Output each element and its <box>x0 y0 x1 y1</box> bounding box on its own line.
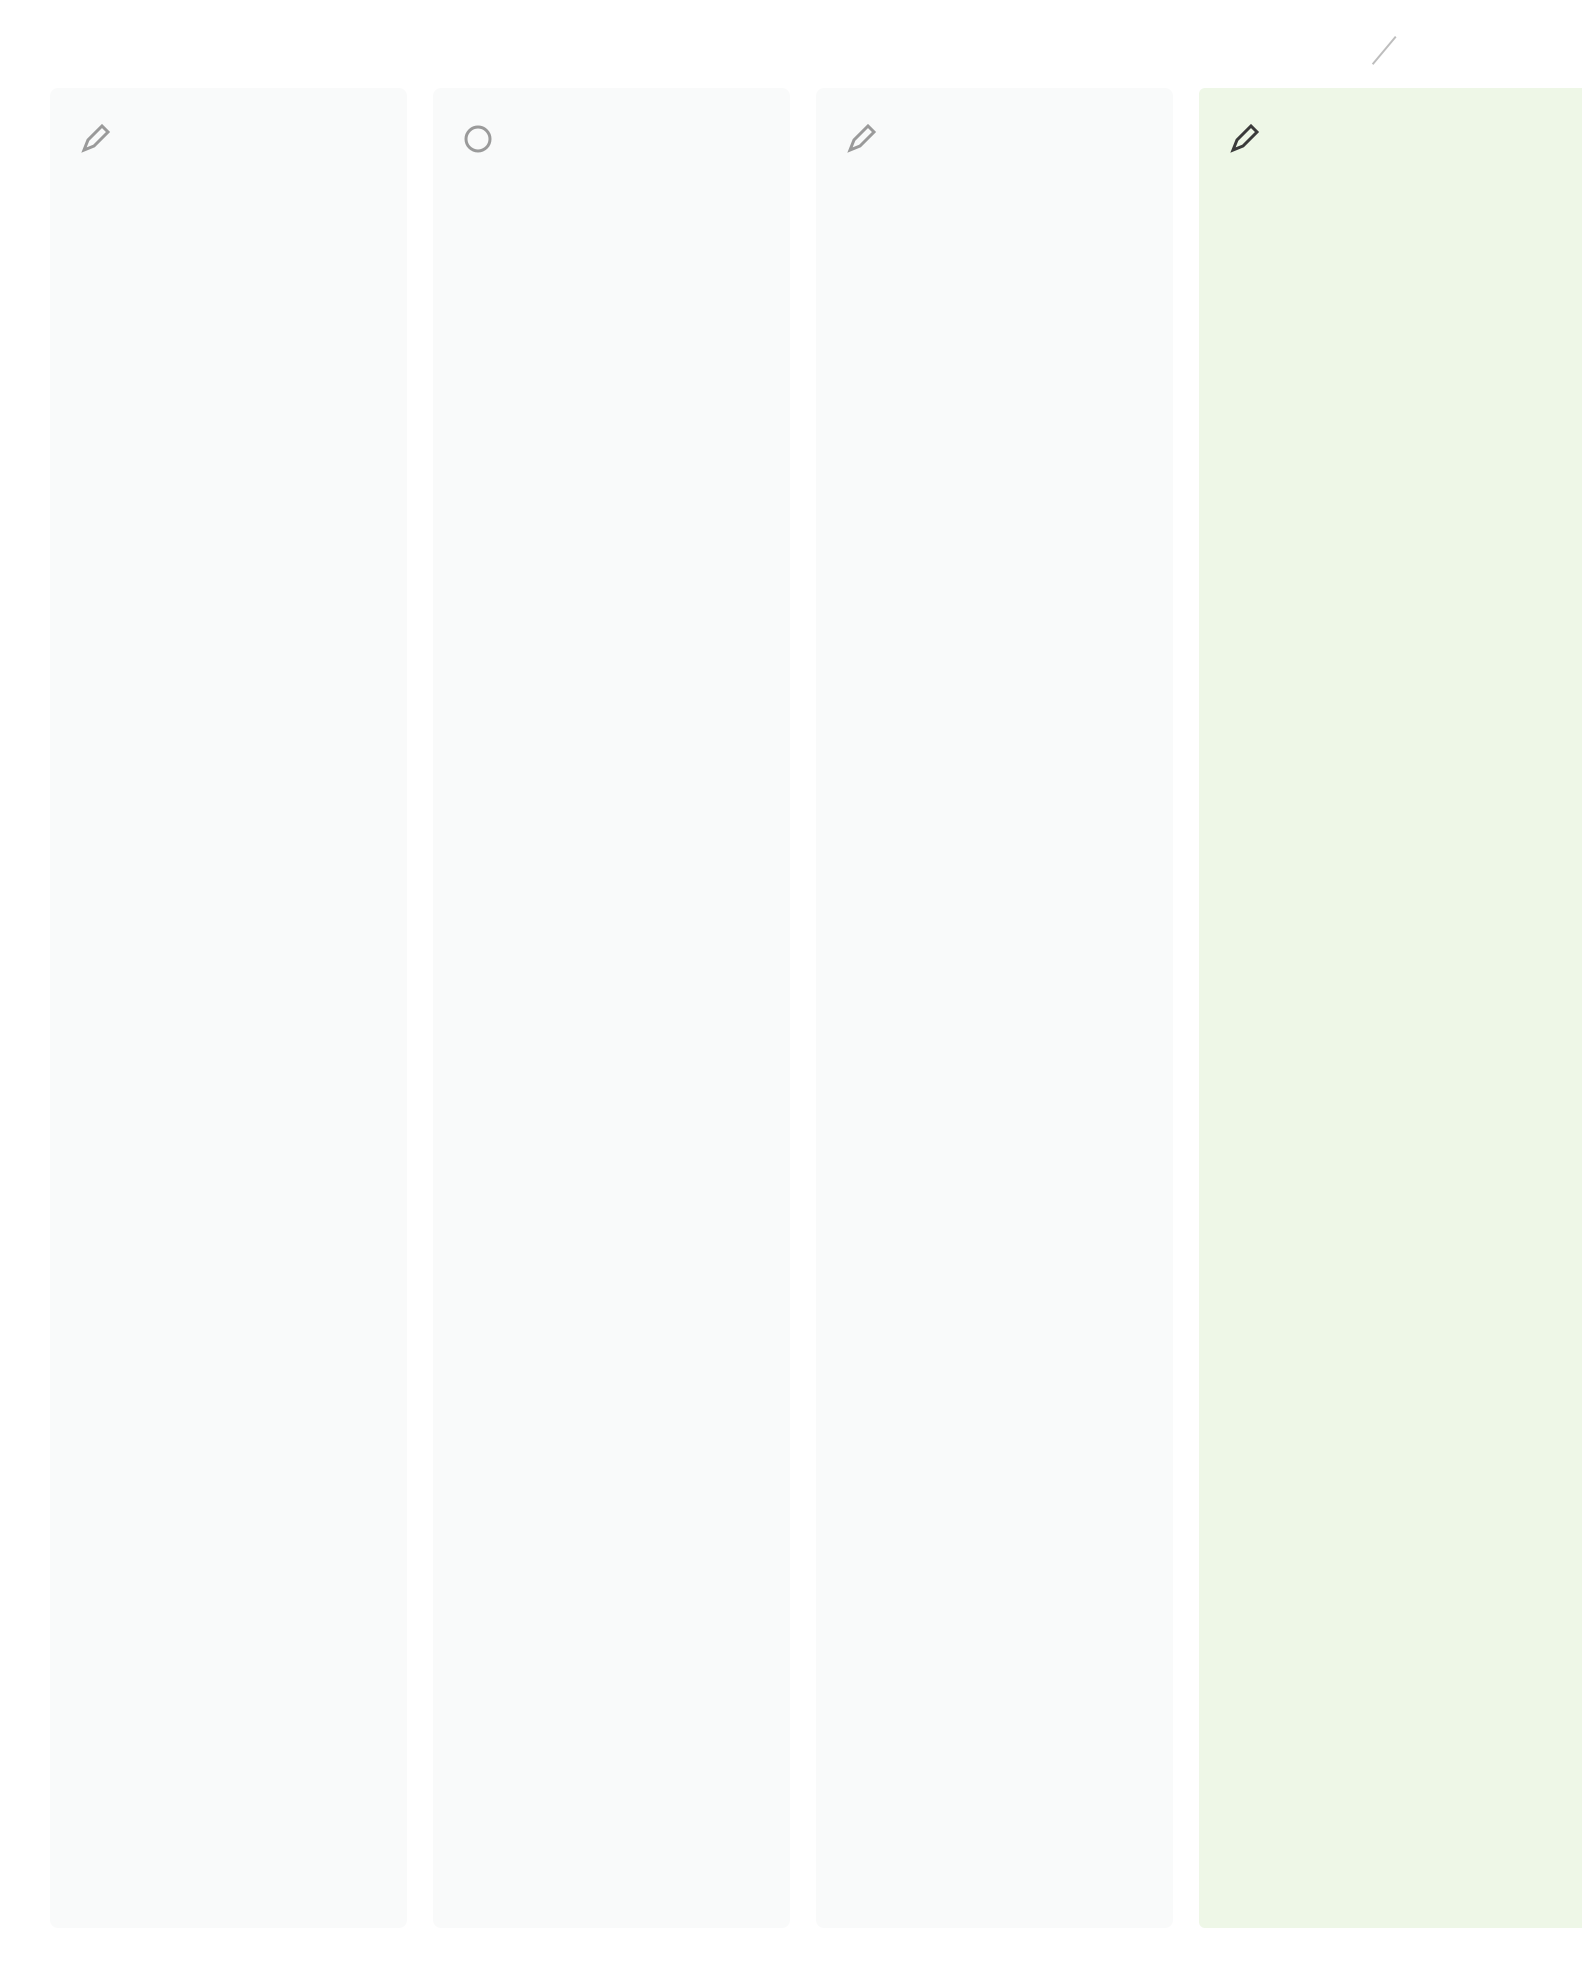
column-section <box>1227 1580 1560 1592</box>
column-section <box>844 1258 1151 1270</box>
comparison-column-2 <box>433 88 791 1928</box>
top-annotation-arrow <box>1371 36 1397 65</box>
top-annotation <box>1200 0 1420 80</box>
column-section <box>844 228 1151 240</box>
column-section <box>461 858 768 870</box>
column-section <box>844 858 1151 870</box>
column-section <box>1227 228 1560 240</box>
column-section <box>1227 1258 1560 1270</box>
column-section <box>461 1580 768 1592</box>
column-section <box>78 1258 385 1270</box>
column-section <box>78 538 385 550</box>
column-section <box>78 228 385 240</box>
column-section <box>461 228 768 240</box>
pencil-icon <box>844 122 878 156</box>
column-section <box>78 858 385 870</box>
comparison-column-3 <box>816 88 1174 1928</box>
column-section <box>1227 538 1560 550</box>
comparison-column-1 <box>50 88 408 1928</box>
comparison-grid <box>50 88 1582 1928</box>
column-header <box>1227 112 1554 166</box>
column-section <box>78 1580 385 1592</box>
column-section <box>461 538 768 550</box>
pencil-icon <box>78 122 112 156</box>
column-section <box>1227 858 1560 870</box>
pencil-icon <box>1227 122 1261 156</box>
column-section <box>844 1580 1151 1592</box>
circle-icon <box>461 122 495 156</box>
column-section <box>844 538 1151 550</box>
column-section <box>461 1258 768 1270</box>
comparison-column-highlighted <box>1199 88 1582 1928</box>
column-header <box>78 112 379 166</box>
column-header <box>844 112 1145 166</box>
column-header <box>461 112 762 166</box>
